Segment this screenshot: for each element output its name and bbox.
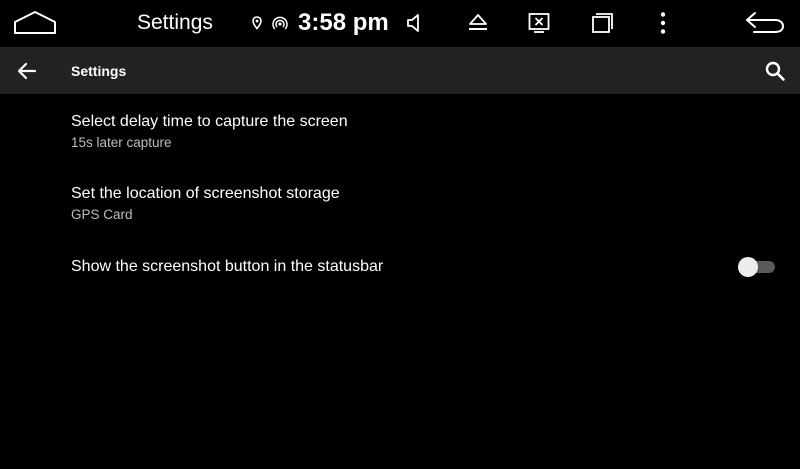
back-icon[interactable] xyxy=(744,11,786,35)
search-icon[interactable] xyxy=(763,59,787,83)
system-bar-title: Settings xyxy=(137,11,213,34)
pref-title: Select delay time to capture the screen xyxy=(71,113,348,130)
recents-icon[interactable] xyxy=(591,12,613,34)
system-status-bar: Settings 3:58 pm xyxy=(0,0,800,47)
pref-statusbar-button[interactable]: Show the screenshot button in the status… xyxy=(0,239,800,295)
arrow-back-icon[interactable] xyxy=(15,59,39,83)
page-title: Settings xyxy=(71,63,127,79)
pref-summary: GPS Card xyxy=(71,207,133,222)
home-icon[interactable] xyxy=(12,10,58,36)
pref-title: Set the location of screenshot storage xyxy=(71,185,340,202)
screenshot-close-icon[interactable] xyxy=(528,12,550,34)
overflow-menu-icon[interactable] xyxy=(658,11,668,35)
statusbar-button-switch[interactable] xyxy=(737,257,777,277)
switch-thumb xyxy=(738,257,758,277)
volume-icon[interactable] xyxy=(405,12,425,34)
clock: 3:58 pm xyxy=(298,9,389,36)
pref-summary: 15s later capture xyxy=(71,135,172,150)
pref-title: Show the screenshot button in the status… xyxy=(71,258,384,275)
hotspot-icon xyxy=(272,16,288,30)
pref-storage-location[interactable]: Set the location of screenshot storage G… xyxy=(0,167,800,239)
eject-icon[interactable] xyxy=(467,13,489,33)
pref-capture-delay[interactable]: Select delay time to capture the screen … xyxy=(0,95,800,167)
location-icon xyxy=(252,16,262,30)
app-toolbar: Settings xyxy=(0,47,800,94)
